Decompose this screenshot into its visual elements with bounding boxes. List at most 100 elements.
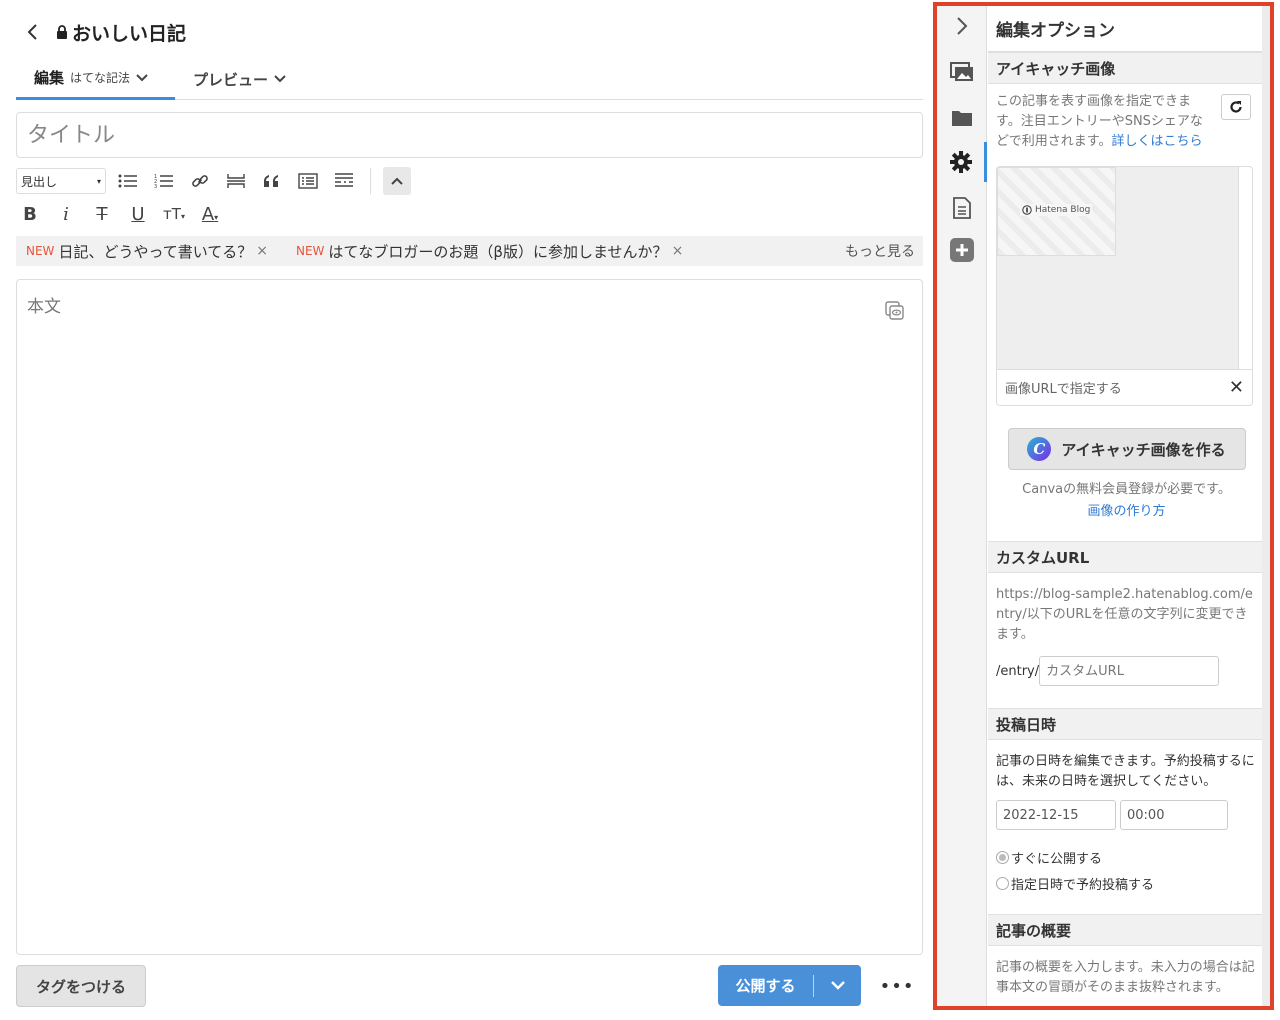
create-eyecatch-button[interactable]: C アイキャッチ画像を作る <box>1007 428 1246 470</box>
custom-url-input[interactable] <box>1039 656 1220 686</box>
topic-suggestions: NEW 日記、どうやって書いてる？ × NEW はてなブロガーのお題（β版）に参… <box>16 236 923 266</box>
heading-select-value: 見出し <box>21 174 58 189</box>
summary-section-title: 記事の概要 <box>988 914 1265 946</box>
post-date-description: 記事の日時を編集できます。予約投稿するには、未来の日時を選択してください。 <box>996 754 1255 789</box>
suggestion-text: はてなブロガーのお題（β版）に参加しませんか？ <box>328 242 668 261</box>
bold-button[interactable]: B <box>16 200 44 228</box>
link-icon <box>192 175 208 187</box>
close-icon[interactable]: ✕ <box>1229 377 1244 398</box>
radio-button[interactable] <box>996 876 1009 890</box>
schedule-option[interactable]: 指定日時で予約投稿する <box>988 870 1265 896</box>
blog-title: おいしい日記 <box>56 19 186 46</box>
underline-button[interactable]: U <box>124 200 152 228</box>
title-input[interactable] <box>16 112 923 158</box>
table-of-contents-button[interactable] <box>294 167 322 195</box>
text-color-button[interactable]: A▾ <box>196 200 224 228</box>
link-button[interactable] <box>186 167 214 195</box>
panel-scrollbar[interactable] <box>1262 6 1270 1006</box>
images-icon <box>950 62 973 81</box>
horizontal-rule-icon <box>227 174 245 188</box>
eyecatch-image-picker: Hatena Blog 画像URLで指定する ✕ <box>996 166 1253 406</box>
table-of-contents-icon <box>298 173 318 189</box>
chevron-down-icon <box>274 75 286 83</box>
document-tab-button[interactable] <box>937 188 987 228</box>
publish-button[interactable]: 公開する <box>718 974 814 997</box>
canva-note: Canvaの無料会員登録が必要です。 <box>1022 482 1231 497</box>
tab-edit[interactable]: 編集 はてな記法 <box>16 58 175 100</box>
add-tab-button[interactable] <box>937 230 987 270</box>
create-eyecatch-label: アイキャッチ画像を作る <box>1061 440 1226 459</box>
gear-icon <box>949 151 972 173</box>
panel-content: 編集オプション アイキャッチ画像 この記事を表す画像を指定できます。注目エントリ… <box>988 6 1265 1006</box>
eyecatch-details-link[interactable]: 詳しくはこちら <box>1111 134 1202 149</box>
publish-now-option[interactable]: すぐに公開する <box>988 844 1265 870</box>
image-howto-link[interactable]: 画像の作り方 <box>988 500 1265 519</box>
body-textarea[interactable]: 本文 <box>16 279 923 955</box>
font-size-button[interactable]: тT▾ <box>160 200 188 228</box>
close-icon[interactable]: × <box>256 243 268 259</box>
suggestion-item[interactable]: NEW 日記、どうやって書いてる？ × <box>26 241 268 262</box>
more-options-button[interactable]: ••• <box>880 972 914 1000</box>
back-button[interactable] <box>18 16 46 48</box>
radio-button-selected[interactable] <box>996 850 1009 864</box>
heading-select[interactable]: 見出し ▾ <box>16 168 106 194</box>
post-date-input[interactable] <box>996 800 1116 830</box>
collapse-toolbar-button[interactable] <box>383 167 411 195</box>
schedule-label: 指定日時で予約投稿する <box>1011 877 1155 893</box>
numbered-list-icon: 123 <box>154 174 173 189</box>
refresh-icon <box>1230 101 1242 113</box>
document-icon <box>953 197 971 219</box>
folder-icon <box>952 111 972 126</box>
collapse-panel-button[interactable] <box>937 6 987 46</box>
strikethrough-button[interactable]: T <box>88 200 116 228</box>
header: おいしい日記 <box>18 16 186 48</box>
horizontal-rule-button[interactable] <box>222 167 250 195</box>
strikethrough-icon: T <box>96 203 108 225</box>
toolbar-divider <box>370 168 371 194</box>
images-tab-button[interactable] <box>937 52 987 92</box>
text-color-icon: A▾ <box>201 203 219 225</box>
chevron-up-icon <box>391 177 403 185</box>
panel-icon-bar <box>937 6 987 1006</box>
quote-button[interactable] <box>258 167 286 195</box>
eyecatch-section-title: アイキャッチ画像 <box>988 52 1265 84</box>
chevron-down-icon <box>136 73 148 81</box>
blog-title-text: おいしい日記 <box>72 22 187 45</box>
suggestion-item[interactable]: NEW はてなブロガーのお題（β版）に参加しませんか？ × <box>296 241 683 262</box>
publish-button-group: 公開する <box>718 965 861 1006</box>
post-date-inputs <box>988 800 1265 830</box>
image-thumbnail[interactable]: Hatena Blog <box>997 167 1116 256</box>
caret-down-icon: ▾ <box>96 176 101 186</box>
chevron-down-icon <box>830 981 845 990</box>
custom-url-row: /entry/ <box>988 656 1265 686</box>
tab-preview[interactable]: プレビュー <box>175 58 304 100</box>
bold-icon: B <box>23 203 37 225</box>
svg-text:3: 3 <box>154 184 157 189</box>
italic-icon: i <box>63 203 69 225</box>
tab-edit-label: 編集 <box>34 69 65 87</box>
italic-button[interactable]: i <box>52 200 80 228</box>
custom-url-description: https://blog-sample2.hatenablog.com/entr… <box>996 587 1253 642</box>
tab-preview-label: プレビュー <box>193 70 269 89</box>
post-time-input[interactable] <box>1120 800 1228 830</box>
see-more-link[interactable]: もっと見る <box>845 241 915 261</box>
copy-preview-icon[interactable] <box>884 300 906 322</box>
close-icon[interactable]: × <box>672 243 684 259</box>
body-placeholder: 本文 <box>27 297 61 317</box>
thumbnail-label: Hatena Blog <box>1035 205 1091 215</box>
image-url-option[interactable]: 画像URLで指定する ✕ <box>997 369 1252 405</box>
settings-tab-button[interactable] <box>937 142 987 182</box>
bullet-list-button[interactable] <box>114 167 142 195</box>
read-more-button[interactable] <box>330 167 358 195</box>
quote-icon <box>264 175 278 187</box>
bullet-list-icon <box>118 174 137 188</box>
numbered-list-button[interactable]: 123 <box>150 167 178 195</box>
read-more-icon <box>335 173 353 187</box>
eyecatch-description: この記事を表す画像を指定できます。注目エントリーやSNSシェアなどで利用されます… <box>988 84 1265 162</box>
folder-tab-button[interactable] <box>937 98 987 138</box>
font-size-icon: тT▾ <box>163 205 185 223</box>
add-tags-button[interactable]: タグをつける <box>16 965 146 1007</box>
refresh-button[interactable] <box>1221 94 1251 120</box>
format-toolbar-2: B i T U тT▾ A▾ <box>16 200 224 228</box>
publish-options-button[interactable] <box>814 981 861 990</box>
